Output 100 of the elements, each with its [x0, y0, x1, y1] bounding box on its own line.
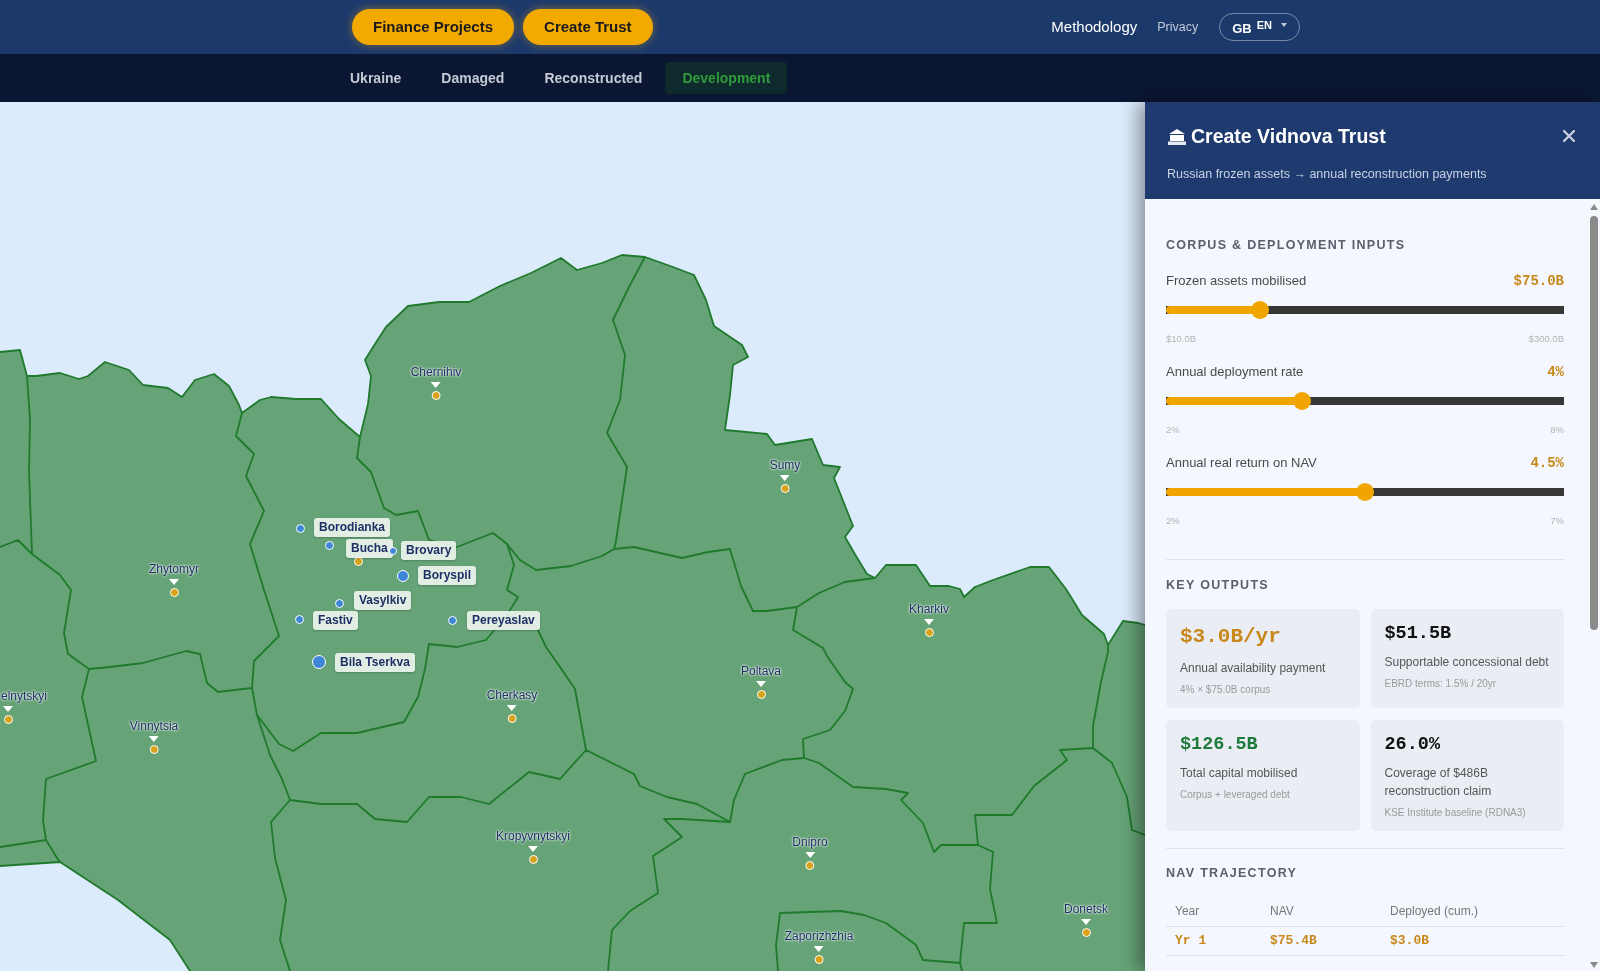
pointer-triangle-icon — [1081, 919, 1091, 925]
settlement-dot-icon[interactable] — [294, 614, 304, 624]
output-note: EBRD terms: 1.5% / 20yr — [1384, 677, 1498, 691]
column-header: NAV — [1261, 897, 1381, 926]
pointer-triangle-icon — [814, 946, 824, 952]
section-heading: NAV TRAJECTORY — [1166, 865, 1299, 881]
panel-title: Create Vidnova Trust — [1191, 124, 1386, 149]
settlement-dot-icon[interactable] — [447, 615, 457, 625]
city-label: Zhytomyr — [149, 562, 199, 576]
city-label: elnytskyi — [1, 689, 47, 703]
output-value: $126.5B — [1180, 734, 1259, 756]
pointer-triangle-icon — [149, 736, 159, 742]
close-button[interactable] — [1562, 129, 1576, 143]
nav-tab[interactable]: Damaged — [424, 62, 522, 94]
slider-thumb[interactable] — [1356, 483, 1374, 501]
range-max-label: 8% — [1550, 423, 1564, 437]
pointer-triangle-icon — [507, 705, 517, 711]
nav-link[interactable]: Methodology — [1051, 15, 1138, 39]
output-note: KSE Institute baseline (RDNA3) — [1384, 806, 1527, 820]
city-label: Poltava — [741, 664, 781, 678]
action-button[interactable]: Finance Projects — [352, 9, 515, 45]
panel-subtitle: Russian frozen assets → annual reconstruction payments — [1167, 166, 1488, 182]
action-button[interactable]: Create Trust — [523, 9, 653, 45]
pointer-triangle-icon — [431, 382, 441, 388]
range-min-label: 2% — [1166, 423, 1180, 437]
scrollbar-thumb[interactable] — [1590, 216, 1598, 630]
city-dot-icon — [756, 689, 766, 699]
section-heading: CORPUS & DEPLOYMENT INPUTS — [1166, 237, 1407, 253]
city-label: Donetsk — [1064, 902, 1108, 916]
city-dot-icon — [528, 854, 538, 864]
nav-link[interactable]: Privacy — [1157, 17, 1199, 37]
section-heading: KEY OUTPUTS — [1166, 577, 1270, 593]
output-note: 4% × $75.0B corpus — [1180, 683, 1272, 697]
output-value: $51.5B — [1384, 623, 1453, 645]
settlement-dot-icon[interactable] — [334, 598, 344, 608]
range-max-label: 7% — [1550, 514, 1564, 528]
pointer-triangle-icon — [756, 681, 766, 687]
city-dot-icon — [431, 390, 441, 400]
city-dot-icon — [805, 860, 815, 870]
scroll-down-icon[interactable] — [1590, 962, 1598, 968]
settlement-label: Boryspil — [418, 566, 476, 585]
nav-tab[interactable]: Reconstructed — [527, 62, 660, 94]
output-value: 26.0% — [1384, 734, 1441, 756]
settlement-label: Pereyaslav — [467, 611, 540, 630]
slider-value: 4.5% — [1530, 453, 1564, 473]
settlement-label: Brovary — [401, 541, 457, 560]
output-label: Total capital mobilised — [1180, 765, 1299, 782]
close-icon — [1563, 130, 1575, 142]
output-note: Corpus + leveraged debt — [1180, 788, 1291, 802]
table-cell: $75.4B — [1261, 926, 1381, 955]
city-dot-icon — [780, 483, 790, 493]
nav-tab[interactable]: Development — [665, 62, 788, 94]
column-header: Year — [1166, 897, 1261, 926]
pointer-triangle-icon — [528, 846, 538, 852]
settlement-label: Bucha — [346, 539, 393, 558]
pointer-triangle-icon — [780, 475, 790, 481]
output-label: Coverage of $486B reconstruction claim — [1384, 765, 1493, 800]
city-label: Cherkasy — [486, 688, 538, 702]
table-cell: $3.0B — [1381, 926, 1564, 955]
city-dot-icon — [169, 587, 179, 597]
settlement-label: Fastiv — [313, 611, 358, 630]
slider-thumb[interactable] — [1251, 301, 1270, 319]
city-label: Sumy — [769, 458, 801, 472]
city-dot-icon — [507, 713, 517, 723]
output-label: Annual availability payment — [1180, 660, 1327, 677]
output-label: Supportable concessional debt — [1384, 654, 1550, 671]
settlement-label: Bila Tserkva — [335, 653, 415, 672]
output-value: $3.0B/yr — [1180, 624, 1282, 650]
city-dot-icon — [1081, 927, 1091, 937]
settlement-label: Borodianka — [314, 518, 390, 537]
nav-tab[interactable]: Ukraine — [333, 62, 419, 94]
slider-label: Frozen assets mobilised — [1166, 272, 1307, 291]
slider-label: Annual deployment rate — [1166, 363, 1304, 382]
slider-value: 4% — [1547, 362, 1564, 382]
range-max-label: $300.0B — [1528, 332, 1564, 346]
settlement-dot-icon[interactable] — [324, 540, 334, 550]
city-label: Kharkiv — [909, 602, 949, 616]
caret-icon — [1281, 23, 1287, 27]
slider-label: Annual real return on NAV — [1166, 454, 1317, 473]
settlement-dot-icon[interactable] — [389, 547, 397, 555]
city-label: Zaporizhzhia — [784, 929, 854, 943]
slider-value: $75.0B — [1513, 271, 1564, 291]
city-label: Dnipro — [792, 835, 828, 849]
city-dot-icon — [814, 954, 824, 964]
settlement-dot-icon[interactable] — [295, 523, 305, 533]
pointer-triangle-icon — [805, 852, 815, 858]
pointer-triangle-icon — [169, 579, 179, 585]
city-label: Kropyvnytskyi — [496, 829, 570, 843]
pointer-triangle-icon — [3, 706, 13, 712]
city-dot-icon — [3, 714, 13, 724]
table-cell: Yr 1 — [1166, 926, 1261, 955]
city-dot-icon — [924, 627, 934, 637]
bank-icon — [1167, 127, 1187, 145]
settlement-label: Vasylkiv — [354, 591, 412, 610]
slider-thumb[interactable] — [1292, 392, 1311, 410]
column-header: Deployed (cum.) — [1381, 897, 1564, 926]
city-dot-icon — [149, 744, 159, 754]
city-label: Chernihiv — [410, 365, 462, 379]
city-label: Vinnytsia — [129, 719, 179, 733]
scroll-up-icon[interactable] — [1590, 204, 1598, 210]
